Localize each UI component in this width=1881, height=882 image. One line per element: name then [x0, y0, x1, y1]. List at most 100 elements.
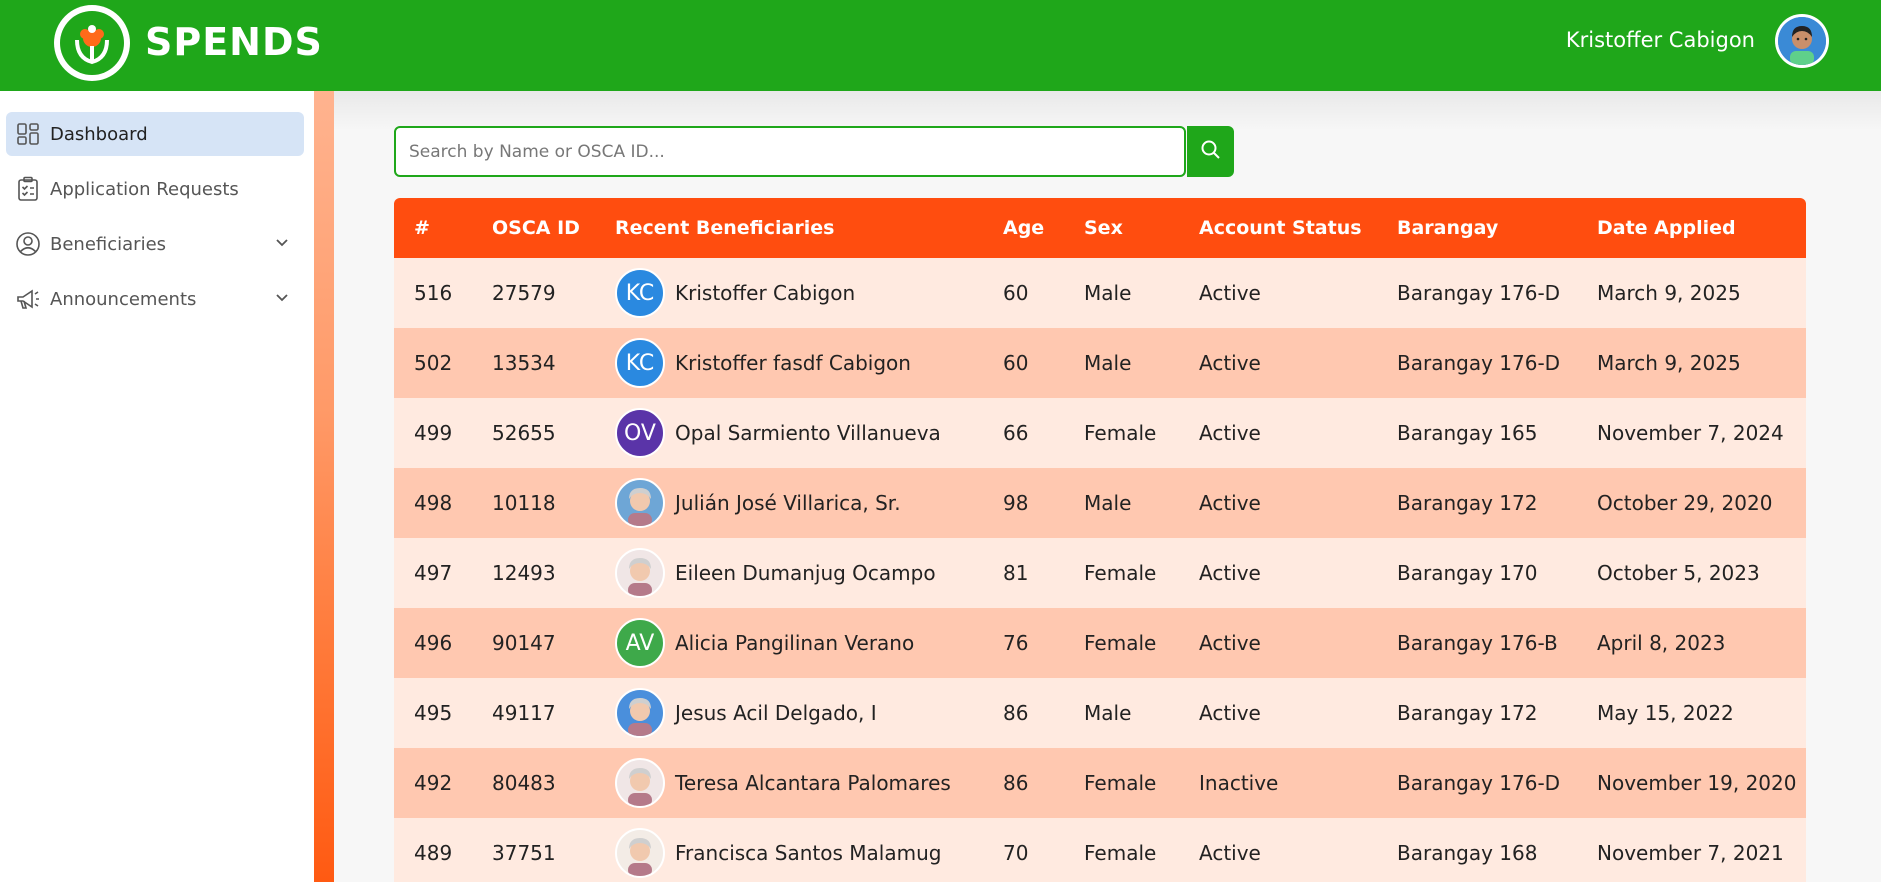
- search-button[interactable]: [1187, 126, 1234, 177]
- chevron-down-icon[interactable]: [274, 289, 290, 310]
- beneficiary-name[interactable]: Julián José Villarica, Sr.: [675, 491, 901, 515]
- table-row[interactable]: 497 12493 Eileen Dumanjug Ocampo 81 Female Ac…: [394, 538, 1806, 608]
- column-header-recent-beneficiaries: Recent Beneficiaries: [615, 217, 835, 239]
- age: 60: [1003, 281, 1029, 305]
- avatar-initials: AV: [625, 630, 655, 656]
- sex: Female: [1084, 771, 1157, 795]
- user-circle-icon: [14, 230, 42, 258]
- barangay: Barangay 176-D: [1397, 771, 1561, 795]
- person-avatar-icon: [628, 838, 652, 876]
- chevron-down-icon[interactable]: [274, 234, 290, 255]
- beneficiary-cell: Francisca Santos Malamug: [615, 818, 941, 882]
- beneficiary-name[interactable]: Alicia Pangilinan Verano: [675, 631, 914, 655]
- avatar: [615, 548, 665, 598]
- user-avatar[interactable]: [1775, 14, 1829, 68]
- beneficiary-name[interactable]: Francisca Santos Malamug: [675, 841, 941, 865]
- beneficiary-cell: KC Kristoffer Cabigon: [615, 258, 855, 328]
- beneficiary-name[interactable]: Teresa Alcantara Palomares: [675, 771, 951, 795]
- user-name[interactable]: Kristoffer Cabigon: [1566, 28, 1755, 52]
- osca-id: 27579: [492, 281, 556, 305]
- top-bar: SPENDS Kristoffer Cabigon: [0, 0, 1881, 91]
- beneficiary-cell: KC Kristoffer fasdf Cabigon: [615, 328, 911, 398]
- barangay: Barangay 176-D: [1397, 351, 1561, 375]
- column-header-age: Age: [1003, 217, 1045, 239]
- avatar-initials: KC: [625, 350, 655, 376]
- sex: Female: [1084, 841, 1157, 865]
- barangay: Barangay 165: [1397, 421, 1538, 445]
- account-status: Active: [1199, 421, 1261, 445]
- beneficiary-name[interactable]: Jesus Acil Delgado, I: [675, 701, 877, 725]
- decorative-strip: [314, 91, 334, 882]
- person-avatar-icon: [628, 558, 652, 596]
- sidebar-item-announcements[interactable]: Announcements: [6, 277, 304, 321]
- row-number: 489: [414, 841, 453, 865]
- beneficiary-name[interactable]: Eileen Dumanjug Ocampo: [675, 561, 936, 585]
- osca-id: 80483: [492, 771, 556, 795]
- date-applied: October 29, 2020: [1597, 491, 1773, 515]
- sidebar-item-beneficiaries[interactable]: Beneficiaries: [6, 222, 304, 266]
- barangay: Barangay 172: [1397, 491, 1538, 515]
- avatar: KC: [615, 268, 665, 318]
- sidebar: Dashboard Application Requests Beneficia…: [0, 91, 314, 882]
- beneficiary-name[interactable]: Kristoffer Cabigon: [675, 281, 855, 305]
- table-row[interactable]: 492 80483 Teresa Alcantara Palomares 86 Fema…: [394, 748, 1806, 818]
- beneficiary-cell: Teresa Alcantara Palomares: [615, 748, 951, 818]
- age: 70: [1003, 841, 1029, 865]
- brand-name: SPENDS: [145, 20, 323, 64]
- beneficiary-name[interactable]: Opal Sarmiento Villanueva: [675, 421, 941, 445]
- table-row[interactable]: 499 52655 OV Opal Sarmiento Villanueva 66 Fem…: [394, 398, 1806, 468]
- beneficiary-cell: AV Alicia Pangilinan Verano: [615, 608, 914, 678]
- sex: Female: [1084, 561, 1157, 585]
- column-header-date-applied: Date Applied: [1597, 217, 1736, 239]
- barangay: Barangay 172: [1397, 701, 1538, 725]
- avatar-initials: OV: [624, 420, 656, 446]
- account-status: Active: [1199, 701, 1261, 725]
- dashboard-icon: [14, 120, 42, 148]
- account-status: Active: [1199, 281, 1261, 305]
- table-body: 516 27579 KC Kristoffer Cabigon 60 Male Active…: [394, 258, 1806, 882]
- table-row[interactable]: 498 10118 Julián José Villarica, Sr. 98 Male…: [394, 468, 1806, 538]
- row-number: 492: [414, 771, 453, 795]
- sidebar-item-dashboard[interactable]: Dashboard: [6, 112, 304, 156]
- sidebar-item-application-requests[interactable]: Application Requests: [6, 167, 304, 211]
- osca-id: 49117: [492, 701, 556, 725]
- beneficiary-cell: Eileen Dumanjug Ocampo: [615, 538, 936, 608]
- column-header-sex: Sex: [1084, 217, 1123, 239]
- date-applied: March 9, 2025: [1597, 281, 1741, 305]
- osca-id: 90147: [492, 631, 556, 655]
- avatar: [615, 478, 665, 528]
- clipboard-icon: [14, 175, 42, 203]
- table-row[interactable]: 516 27579 KC Kristoffer Cabigon 60 Male Active…: [394, 258, 1806, 328]
- avatar-initials: KC: [625, 280, 655, 306]
- column-header-barangay: Barangay: [1397, 217, 1499, 239]
- date-applied: November 7, 2024: [1597, 421, 1784, 445]
- barangay: Barangay 176-D: [1397, 281, 1561, 305]
- row-number: 498: [414, 491, 453, 515]
- date-applied: May 15, 2022: [1597, 701, 1734, 725]
- account-status: Active: [1199, 351, 1261, 375]
- osca-id: 12493: [492, 561, 556, 585]
- table-row[interactable]: 495 49117 Jesus Acil Delgado, I 86 Male Activ…: [394, 678, 1806, 748]
- sex: Male: [1084, 491, 1132, 515]
- beneficiaries-table: # OSCA ID Recent Beneficiaries Age Sex A…: [394, 198, 1806, 882]
- sex: Male: [1084, 281, 1132, 305]
- sidebar-item-label: Dashboard: [50, 123, 148, 145]
- age: 76: [1003, 631, 1029, 655]
- column-header-number: #: [414, 217, 430, 239]
- date-applied: November 7, 2021: [1597, 841, 1784, 865]
- search-input[interactable]: [396, 128, 1184, 175]
- row-number: 496: [414, 631, 453, 655]
- row-number: 497: [414, 561, 453, 585]
- logo[interactable]: [54, 5, 130, 81]
- avatar: OV: [615, 408, 665, 458]
- beneficiary-name[interactable]: Kristoffer fasdf Cabigon: [675, 351, 911, 375]
- date-applied: April 8, 2023: [1597, 631, 1726, 655]
- account-status: Active: [1199, 841, 1261, 865]
- barangay: Barangay 168: [1397, 841, 1538, 865]
- table-row[interactable]: 496 90147 AV Alicia Pangilinan Verano 76 Fema…: [394, 608, 1806, 678]
- table-row[interactable]: 502 13534 KC Kristoffer fasdf Cabigon 60 Male…: [394, 328, 1806, 398]
- age: 60: [1003, 351, 1029, 375]
- account-status: Active: [1199, 631, 1261, 655]
- logo-icon: [60, 11, 124, 75]
- table-row[interactable]: 489 37751 Francisca Santos Malamug 70 Female…: [394, 818, 1806, 882]
